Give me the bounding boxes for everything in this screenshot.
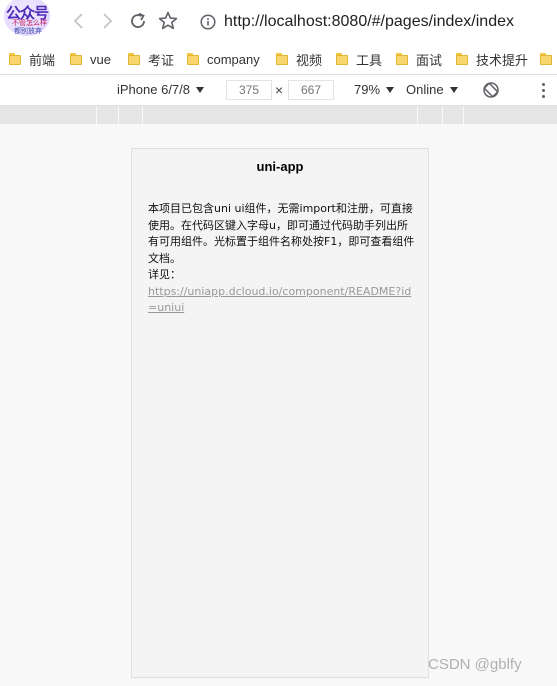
bookmark-folder-shipin[interactable]: 视频 — [276, 50, 322, 68]
folder-icon — [336, 53, 348, 65]
bookmarks-bar: 前端 vue 考证 company 视频 工具 面试 技术提升 — [0, 44, 557, 75]
bookmark-folder-mianshi[interactable]: 面试 — [396, 50, 442, 68]
arrow-left-icon — [73, 13, 83, 29]
bookmark-label: 技术提升 — [476, 52, 529, 68]
rotate-icon[interactable] — [482, 81, 500, 99]
page-title: uni-app — [256, 159, 304, 174]
zoom-select-value: 79% — [354, 82, 381, 97]
back-button[interactable] — [68, 10, 90, 32]
more-options-icon[interactable] — [540, 81, 546, 99]
folder-icon — [456, 53, 468, 65]
folder-icon — [540, 53, 552, 65]
caret-down-icon — [196, 86, 205, 93]
bookmark-folder-overflow[interactable] — [540, 50, 557, 68]
ruler-divider — [96, 106, 97, 124]
info-icon[interactable] — [198, 12, 218, 32]
avatar-text-3: 都别放弃 — [14, 27, 42, 35]
caret-down-icon — [386, 86, 395, 93]
readme-link[interactable]: https://uniapp.dcloud.io/component/READM… — [148, 285, 411, 315]
bookmark-label: 前端 — [29, 52, 56, 68]
bookmark-label: 考证 — [148, 52, 175, 68]
bookmark-label: company — [207, 51, 260, 67]
page-content: 本项目已包含uni ui组件，无需import和注册，可直接使用。在代码区键入字… — [148, 201, 416, 317]
network-throttle-select[interactable]: Online — [406, 82, 458, 97]
ruler-divider — [442, 106, 443, 124]
device-select[interactable]: iPhone 6/7/8 — [117, 82, 205, 97]
device-toolbar: iPhone 6/7/8 × 79% Online — [0, 75, 557, 106]
folder-icon — [187, 53, 199, 65]
folder-icon — [128, 53, 140, 65]
dimension-separator: × — [275, 82, 284, 98]
zoom-select[interactable]: 79% — [354, 82, 395, 97]
caret-down-icon — [449, 86, 458, 93]
ruler-divider — [118, 106, 119, 124]
ruler-divider — [463, 106, 464, 124]
profile-avatar[interactable]: 公众号 不管怎么样 都别放弃 — [0, 0, 56, 38]
reload-button[interactable] — [127, 10, 149, 32]
folder-icon — [396, 53, 408, 65]
star-icon — [158, 11, 178, 30]
bookmark-folder-qianduan[interactable]: 前端 — [9, 50, 55, 68]
folder-icon — [70, 53, 82, 65]
bookmark-folder-jishutisheng[interactable]: 技术提升 — [456, 50, 528, 68]
bookmark-label: 视频 — [296, 52, 323, 68]
watermark: CSDN @gblfy — [428, 656, 522, 673]
network-select-value: Online — [406, 82, 444, 97]
detail-label: 详见： — [148, 268, 181, 281]
media-query-ruler[interactable] — [0, 106, 557, 124]
device-select-value: iPhone 6/7/8 — [117, 82, 191, 97]
height-input[interactable] — [288, 80, 334, 100]
bookmark-folder-company[interactable]: company — [187, 50, 260, 68]
bookmark-label: 工具 — [356, 52, 383, 68]
bookmark-folder-vue[interactable]: vue — [70, 50, 111, 68]
description-text: 本项目已包含uni ui组件，无需import和注册，可直接使用。在代码区键入字… — [148, 202, 415, 265]
ruler-divider — [417, 106, 418, 124]
folder-icon — [276, 53, 288, 65]
arrow-right-icon — [103, 13, 113, 29]
device-viewport: uni-app 本项目已包含uni ui组件，无需import和注册，可直接使用… — [131, 148, 429, 678]
url-text[interactable]: http://localhost:8080/#/pages/index/inde… — [224, 13, 514, 31]
address-bar[interactable]: http://localhost:8080/#/pages/index/inde… — [196, 8, 557, 36]
folder-icon — [9, 53, 21, 65]
ruler-divider — [142, 106, 143, 124]
bookmark-folder-gongju[interactable]: 工具 — [336, 50, 382, 68]
bookmark-label: 面试 — [416, 52, 443, 68]
bookmark-star-button[interactable] — [157, 10, 179, 32]
bookmark-folder-kaozheng[interactable]: 考证 — [128, 50, 174, 68]
width-input[interactable] — [226, 80, 272, 100]
reload-icon — [131, 12, 145, 28]
bookmark-label: vue — [90, 51, 111, 67]
forward-button[interactable] — [96, 10, 118, 32]
browser-toolbar: 公众号 不管怎么样 都别放弃 http://localhost:8080/#/p… — [0, 0, 557, 44]
